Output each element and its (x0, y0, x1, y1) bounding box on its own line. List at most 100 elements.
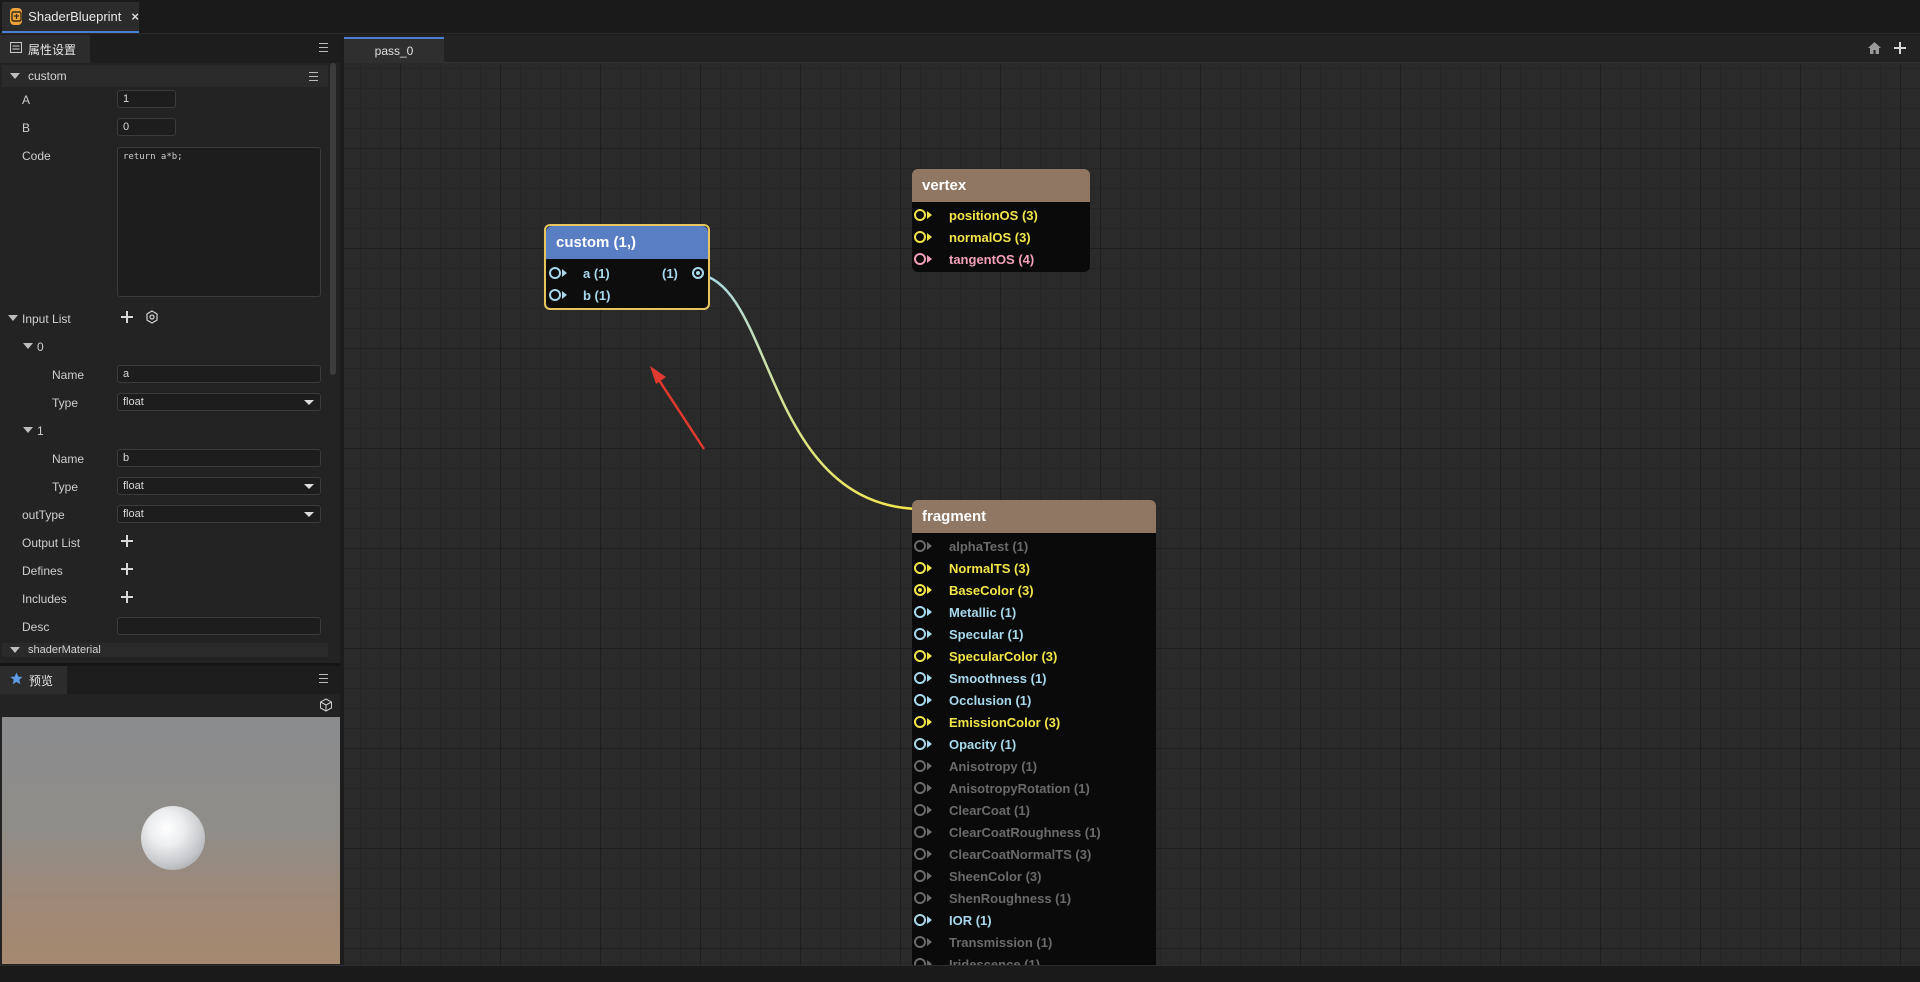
settings-icon[interactable] (145, 310, 159, 327)
pin-arrow-icon (927, 586, 932, 594)
section-menu-icon[interactable] (309, 72, 318, 81)
custom-node[interactable]: custom (1,) a (1) b (1) (1) (544, 224, 710, 310)
add-pass-icon[interactable] (1894, 42, 1906, 54)
vertex-node-header[interactable]: vertex (912, 169, 1090, 202)
fragment-node-title: fragment (922, 508, 987, 525)
panel-menu-icon[interactable] (319, 43, 328, 52)
fragment-node-body: alphaTest (1) NormalTS (3) BaseColor (3) Me… (912, 533, 1156, 965)
pin-arrow-icon (927, 894, 932, 902)
input-list-label: Input List (22, 312, 71, 326)
preview-panel: 预览 (0, 663, 340, 965)
b-input[interactable]: 0 (117, 118, 176, 136)
properties-panel-header: 属性设置 (0, 35, 340, 63)
input-0-name-field[interactable]: a (117, 365, 321, 383)
section-custom[interactable]: custom (2, 65, 328, 87)
desc-input[interactable] (117, 617, 321, 635)
panel-menu-icon[interactable] (319, 674, 328, 683)
collapse-arrow-icon[interactable] (10, 73, 20, 79)
document-tab[interactable]: ShaderBlueprint × (2, 2, 139, 33)
tab-properties[interactable]: 属性设置 (0, 35, 91, 63)
input-pin[interactable] (914, 804, 926, 816)
add-include-icon[interactable] (121, 591, 133, 603)
input-0-collapse-icon[interactable] (23, 343, 33, 349)
input-pin[interactable] (914, 253, 926, 265)
input-pin[interactable] (914, 760, 926, 772)
close-icon[interactable]: × (131, 9, 139, 24)
input-pin[interactable] (914, 936, 926, 948)
input-pin[interactable] (914, 231, 926, 243)
pin-arrow-icon (927, 211, 932, 219)
fragment-node-header[interactable]: fragment (912, 500, 1156, 533)
input-list-collapse-icon[interactable] (8, 315, 18, 321)
input-0-type-label: Type (52, 396, 79, 410)
input-pin[interactable] (914, 562, 926, 574)
pin-arrow-icon (927, 806, 932, 814)
input-1-collapse-icon[interactable] (23, 427, 33, 433)
input-pin[interactable] (914, 584, 926, 596)
section-shader-material-label: shaderMaterial (28, 644, 101, 656)
input-pin[interactable] (914, 540, 926, 552)
tab-preview[interactable]: 预览 (0, 666, 68, 694)
properties-content: custom A 1 B 0 Code return a*b; Input Li… (0, 63, 340, 687)
input-pin[interactable] (914, 870, 926, 882)
a-input[interactable]: 1 (117, 90, 176, 108)
out-type-label: outType (22, 508, 65, 522)
input-pin[interactable] (914, 628, 926, 640)
add-output-icon[interactable] (121, 535, 133, 547)
title-bar: ShaderBlueprint × (0, 0, 1920, 34)
add-input-icon[interactable] (121, 311, 133, 323)
input-1-name-field[interactable]: b (117, 449, 321, 467)
custom-node-body: a (1) b (1) (1) (546, 259, 708, 308)
input-pin[interactable] (914, 716, 926, 728)
add-define-icon[interactable] (121, 563, 133, 575)
section-custom-label: custom (28, 69, 67, 83)
annotation-arrow (650, 366, 706, 450)
input-pin-b[interactable] (549, 289, 561, 301)
input-pin[interactable] (914, 650, 926, 662)
pin-arrow-icon (927, 938, 932, 946)
input-0-name-label: Name (52, 368, 85, 382)
properties-scrollbar[interactable] (330, 63, 336, 375)
input-pin[interactable] (914, 914, 926, 926)
input-1-type-select[interactable]: float (117, 477, 321, 495)
preview-viewport[interactable] (2, 717, 340, 964)
pin-arrow-icon (927, 828, 932, 836)
input-0-type-select[interactable]: float (117, 393, 321, 411)
port-label: EmissionColor (3) (949, 714, 1061, 730)
input-pin-a[interactable] (549, 267, 561, 279)
input-pin[interactable] (914, 694, 926, 706)
port-label: tangentOS (4) (949, 251, 1035, 267)
input-pin[interactable] (914, 209, 926, 221)
input-pin[interactable] (914, 738, 926, 750)
node-canvas[interactable]: custom (1,) a (1) b (1) (1) vertex posit… (344, 64, 1920, 965)
cube-icon[interactable] (319, 698, 333, 715)
home-icon[interactable] (1867, 41, 1882, 58)
input-pin[interactable] (914, 672, 926, 684)
input-pin[interactable] (914, 782, 926, 794)
custom-node-header[interactable]: custom (1,) (546, 226, 708, 259)
code-editor[interactable]: return a*b; (117, 147, 321, 297)
status-bar (0, 965, 1920, 982)
input-pin[interactable] (914, 826, 926, 838)
pin-arrow-icon (927, 762, 932, 770)
input-pin[interactable] (914, 958, 926, 965)
output-pin[interactable] (692, 267, 704, 279)
fragment-node[interactable]: fragment alphaTest (1) NormalTS (3) BaseCo… (912, 500, 1156, 965)
connection-wire[interactable] (697, 272, 919, 511)
input-pin[interactable] (914, 892, 926, 904)
tab-pass-0[interactable]: pass_0 (344, 37, 444, 63)
out-type-select[interactable]: float (117, 505, 321, 523)
port-label: Smoothness (1) (949, 670, 1047, 686)
section-shader-material[interactable]: shaderMaterial (2, 643, 328, 657)
vertex-node[interactable]: vertex positionOS (3) normalOS (3) tangent… (912, 169, 1090, 272)
tab-preview-label: 预览 (29, 673, 54, 688)
properties-icon (10, 42, 22, 56)
port-label: normalOS (3) (949, 229, 1031, 245)
port-label: ClearCoatRoughness (1) (949, 824, 1101, 840)
input-pin[interactable] (914, 848, 926, 860)
custom-input-a-label: a (1) (583, 265, 610, 281)
pin-arrow-icon (927, 850, 932, 858)
input-pin[interactable] (914, 606, 926, 618)
collapse-arrow-icon[interactable] (10, 647, 20, 653)
port-label: ClearCoat (1) (949, 802, 1030, 818)
